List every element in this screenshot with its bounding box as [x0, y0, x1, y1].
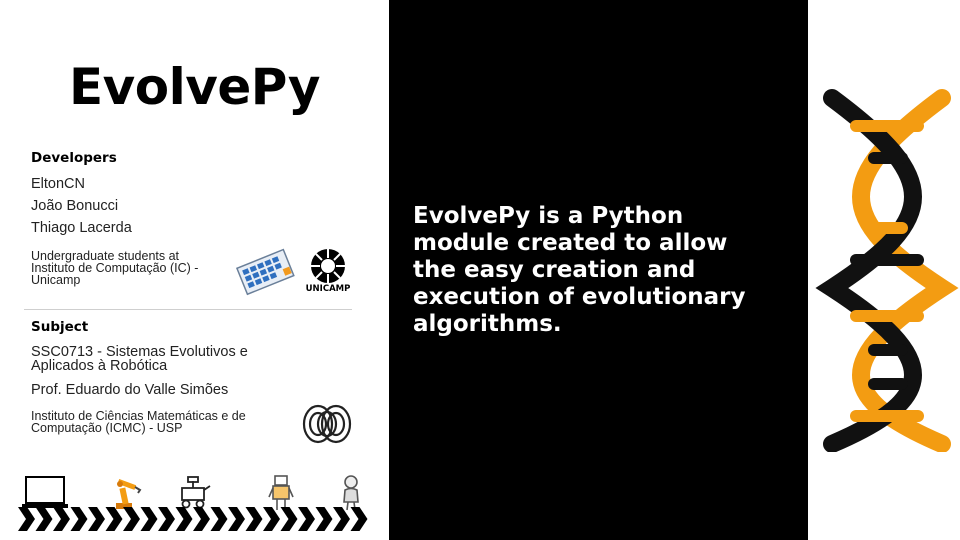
dna-helix-icon [814, 88, 960, 453]
chevron-shape [263, 507, 280, 531]
chevron-shape [70, 507, 88, 531]
chevron-shape [280, 507, 298, 531]
chevron-shape [228, 507, 245, 531]
description-line: execution of evolutionary [413, 284, 746, 310]
description-line: algorithms. [413, 311, 562, 337]
chevron-shape [88, 507, 105, 531]
chevron-shape [175, 507, 193, 531]
developers-note-line: Unicamp [31, 273, 81, 287]
chevron-shape [245, 507, 263, 531]
developer-name: Thiago Lacerda [31, 220, 132, 236]
chevron-shape [315, 507, 333, 531]
chevron-shape [105, 507, 123, 531]
chevron-shape [158, 507, 175, 531]
dna-panel [808, 0, 960, 540]
developer-name: João Bonucci [31, 198, 119, 214]
chevron-shape [210, 507, 228, 531]
chevron-shape [193, 507, 210, 531]
evolution-strip [0, 470, 389, 540]
usp-logo-icon [300, 402, 354, 446]
chevron-shape [123, 507, 140, 531]
developer-name: EltonCN [31, 176, 85, 192]
professor-name: Prof. Eduardo do Valle Simões [31, 382, 229, 398]
chevron-shape [140, 507, 158, 531]
chevron-shape [18, 507, 35, 531]
description-text: EvolvePy is a Python module created to a… [413, 203, 803, 338]
description-line: the easy creation and [413, 257, 696, 283]
description-line: module created to allow [413, 230, 728, 256]
chevron-shape [53, 507, 70, 531]
developers-heading: Developers [31, 150, 117, 166]
chevron-shape [350, 507, 368, 531]
info-panel: EvolvePy Developers EltonCN João Bonucci… [0, 0, 389, 540]
unicamp-logo-icon: UNICAMP [302, 246, 354, 296]
chevron-shape [35, 507, 53, 531]
subject-heading: Subject [31, 319, 89, 335]
page-title: EvolvePy [69, 58, 320, 116]
arrow-chevron-icon [18, 505, 370, 533]
chevron-shape [333, 507, 350, 531]
unicamp-logo-label: UNICAMP [305, 284, 351, 294]
chevron-shape [298, 507, 315, 531]
course-line: Aplicados à Robótica [31, 358, 168, 374]
description-line: EvolvePy is a Python [413, 203, 684, 229]
section-divider [24, 309, 352, 310]
institute-line: Computação (ICMC) - USP [31, 421, 183, 435]
course-line: SSC0713 - Sistemas Evolutivos e [31, 344, 248, 360]
description-panel: EvolvePy is a Python module created to a… [389, 0, 808, 540]
ic-logo-icon [234, 246, 296, 296]
